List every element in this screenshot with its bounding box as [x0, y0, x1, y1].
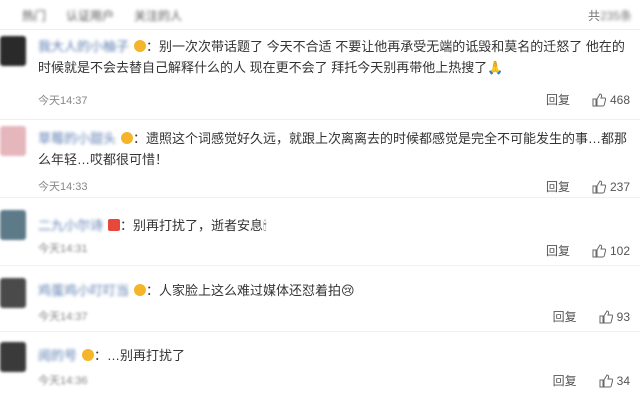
member-badge-icon	[121, 132, 134, 144]
member-badge-icon	[134, 284, 147, 296]
reply-button[interactable]: 回复	[553, 308, 577, 325]
avatar[interactable]	[0, 36, 26, 66]
member-badge-icon	[82, 349, 95, 361]
like-count: 34	[616, 373, 630, 388]
like-count: 93	[616, 309, 630, 324]
like-count: 102	[609, 243, 630, 258]
comment-item: 我大人的小柚子 ：别一次次带话题了 今天不合适 不要让他再承受无端的诋毁和莫名的迁…	[0, 30, 640, 120]
crying-emoji-icon: 😢	[341, 283, 355, 298]
comment-item: 鸡蛋鸡小叮叮当 ：人家脸上这么难过媒体还怼着拍😢 今天14:37 回复 93	[0, 266, 640, 332]
like-count: 468	[609, 92, 630, 107]
comment-filter-bar: 热门 认证用户 关注的人 共235条	[0, 0, 640, 30]
avatar[interactable]	[0, 278, 26, 308]
thumbs-up-icon	[599, 373, 613, 387]
comment-username[interactable]: 阅的号	[38, 348, 77, 363]
reply-button[interactable]: 回复	[546, 178, 570, 195]
total-prefix: 共	[587, 9, 600, 23]
comment-time: 今天14:36	[38, 375, 88, 387]
like-button[interactable]: 237	[592, 180, 630, 194]
thumbs-up-icon	[592, 179, 606, 193]
comment-content: 草莓的小甜头 ：遗照这个词感觉好久远，就跟上次离离去的时候都感觉是完全不可能发生的…	[38, 131, 628, 167]
total-number: 235条	[599, 9, 632, 23]
avatar[interactable]	[0, 126, 26, 156]
reply-button[interactable]: 回复	[546, 91, 570, 108]
comment-content: 二九小尔诗 ：别再打扰了，逝者安息🕯	[38, 218, 267, 233]
comment-username[interactable]: 草莓的小甜头	[38, 131, 116, 146]
comment-time: 今天14:37	[38, 311, 88, 323]
candle-emoji-icon: 🕯	[263, 218, 267, 233]
like-button[interactable]: 93	[599, 310, 630, 324]
comment-actions: 回复 468	[546, 91, 630, 108]
comment-content: 鸡蛋鸡小叮叮当 ：人家脸上这么难过媒体还怼着拍😢	[38, 283, 355, 298]
like-button[interactable]: 468	[592, 93, 630, 107]
like-count: 237	[609, 179, 630, 194]
comment-content: 我大人的小柚子 ：别一次次带话题了 今天不合适 不要让他再承受无端的诋毁和莫名的迁…	[38, 39, 625, 75]
comment-item: 二九小尔诗 ：别再打扰了，逝者安息🕯 今天14:31 回复 102	[0, 198, 640, 266]
filter-tabs: 热门 认证用户 关注的人	[22, 0, 182, 30]
avatar[interactable]	[0, 210, 26, 240]
comment-actions: 回复 34	[553, 372, 630, 389]
comment-text: 人家脸上这么难过媒体还怼着拍	[159, 283, 342, 298]
comment-actions: 回复 237	[546, 178, 630, 195]
comment-username[interactable]: 鸡蛋鸡小叮叮当	[38, 283, 129, 298]
comment-time: 今天14:31	[38, 243, 88, 255]
tab-verified-users[interactable]: 认证用户	[66, 7, 114, 24]
like-button[interactable]: 102	[592, 244, 630, 258]
reply-button[interactable]: 回复	[553, 372, 577, 389]
tab-hot[interactable]: 热门	[22, 7, 46, 24]
comment-text: 别再打扰了，逝者安息	[133, 218, 264, 233]
comment-time: 今天14:37	[38, 95, 88, 107]
avatar[interactable]	[0, 342, 26, 372]
reply-button[interactable]: 回复	[546, 242, 570, 259]
thumbs-up-icon	[599, 309, 613, 323]
comment-item: 阅的号 ：…别再打扰了 今天14:36 回复 34	[0, 332, 640, 400]
thumbs-up-icon	[592, 92, 606, 106]
comment-content: 阅的号 ：…别再打扰了	[38, 348, 186, 363]
comment-username[interactable]: 我大人的小柚子	[38, 39, 129, 54]
pray-emoji-icon: 🙏	[487, 60, 504, 75]
member-badge-icon	[134, 40, 147, 52]
comment-actions: 回复 102	[546, 242, 630, 259]
comment-item: 草莓的小甜头 ：遗照这个词感觉好久远，就跟上次离离去的时候都感觉是完全不可能发生的…	[0, 120, 640, 198]
total-count: 共235条	[588, 7, 632, 24]
comment-username[interactable]: 二九小尔诗	[38, 218, 103, 233]
tab-following[interactable]: 关注的人	[134, 7, 182, 24]
comment-time: 今天14:33	[38, 181, 88, 193]
comment-actions: 回复 93	[553, 308, 630, 325]
comment-text: …别再打扰了	[107, 348, 186, 363]
like-button[interactable]: 34	[599, 374, 630, 388]
thumbs-up-icon	[592, 243, 606, 257]
vip-badge-icon	[108, 219, 121, 231]
